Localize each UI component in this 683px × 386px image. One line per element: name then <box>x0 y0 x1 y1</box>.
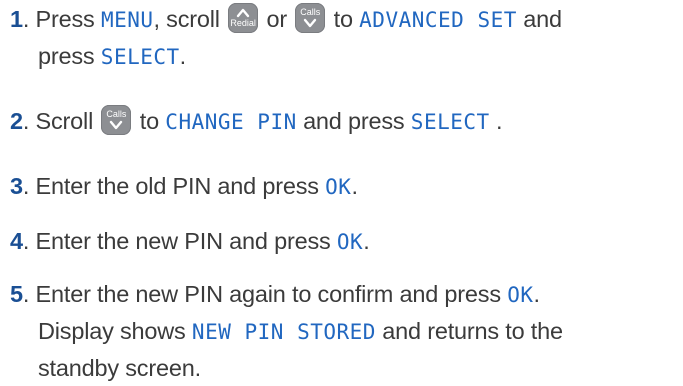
step-1-line-2: press SELECT. <box>10 38 677 75</box>
select-display-text: SELECT <box>100 45 180 69</box>
step-1-line-1: 1. Press MENU, scroll Redial or Calls to… <box>10 1 677 38</box>
step-text: and press <box>296 108 411 134</box>
step-text: and returns to the <box>375 318 563 344</box>
step-text: . <box>351 173 358 199</box>
step-number: 4 <box>10 228 23 254</box>
step-text: . <box>533 281 541 307</box>
step-text: . Enter the new PIN again to confirm and… <box>22 281 508 307</box>
step-text: . <box>363 228 370 254</box>
ok-display-text: OK <box>507 283 534 307</box>
ok-display-text: OK <box>325 175 352 199</box>
step-2: 2. Scroll Calls to CHANGE PIN and press … <box>10 103 677 140</box>
redial-key-icon: Redial <box>228 3 259 33</box>
key-label: Redial <box>230 18 256 28</box>
step-4: 4. Enter the new PIN and press OK. <box>10 223 677 260</box>
step-number: 1 <box>10 6 23 32</box>
step-text: . <box>179 43 187 69</box>
step-text: . Enter the old PIN and press <box>22 173 326 199</box>
step-text: , scroll <box>153 6 227 32</box>
calls-key-icon: Calls <box>101 105 132 135</box>
menu-display-text: MENU <box>100 8 154 32</box>
step-1: 1. Press MENU, scroll Redial or Calls to… <box>10 1 677 75</box>
new-pin-stored-display-text: NEW PIN STORED <box>191 320 376 344</box>
step-number: 5 <box>10 281 23 307</box>
step-text: and <box>516 6 562 32</box>
change-pin-display-text: CHANGE PIN <box>165 110 297 134</box>
instruction-steps: 1. Press MENU, scroll Redial or Calls to… <box>0 0 683 381</box>
chevron-down-icon <box>304 18 317 28</box>
select-display-text: SELECT <box>410 110 490 134</box>
step-5-line-2: Display shows NEW PIN STORED and returns… <box>10 313 677 350</box>
step-5-line-3: standby screen. <box>10 350 677 386</box>
step-number: 3 <box>10 173 23 199</box>
step-text: to <box>133 108 166 134</box>
step-text: standby screen. <box>38 355 201 381</box>
key-label: Calls <box>106 109 127 119</box>
key-label: Calls <box>300 7 321 17</box>
step-text: Display shows <box>38 318 192 344</box>
step-text: . <box>489 108 503 134</box>
step-2-line-1: 2. Scroll Calls to CHANGE PIN and press … <box>10 103 677 140</box>
step-text: . Enter the new PIN and press <box>22 228 337 254</box>
step-5-line-1: 5. Enter the new PIN again to confirm an… <box>10 276 677 313</box>
step-text: press <box>38 43 101 69</box>
step-3-line-1: 3. Enter the old PIN and press OK. <box>10 168 677 205</box>
ok-display-text: OK <box>336 230 364 254</box>
step-text: . Scroll <box>22 108 100 134</box>
step-3: 3. Enter the old PIN and press OK. <box>10 168 677 205</box>
advanced-set-display-text: ADVANCED SET <box>359 8 517 32</box>
calls-key-icon: Calls <box>295 3 326 33</box>
step-text: or <box>260 6 294 32</box>
step-5: 5. Enter the new PIN again to confirm an… <box>10 276 677 386</box>
chevron-up-icon <box>236 8 250 18</box>
step-4-line-1: 4. Enter the new PIN and press OK. <box>10 223 677 260</box>
step-text: to <box>327 6 360 32</box>
step-number: 2 <box>10 108 23 134</box>
chevron-down-icon <box>110 120 123 130</box>
step-text: . Press <box>22 6 101 32</box>
